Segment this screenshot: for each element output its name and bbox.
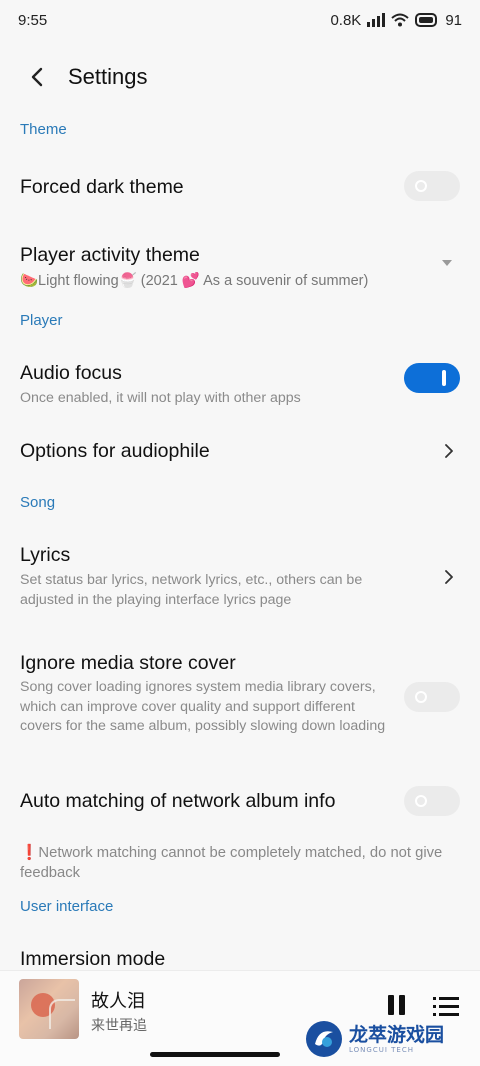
setting-value: 🍉Light flowing🍧 (2021 💕 As a souvenir of… (20, 273, 369, 289)
dropdown-caret-icon (442, 260, 452, 266)
section-user-interface: User interface (20, 898, 114, 915)
watermark-logo-icon (306, 1021, 342, 1057)
song-title: 故人泪 (91, 991, 145, 1011)
album-cover[interactable] (19, 979, 79, 1039)
setting-title: Audio focus (20, 362, 122, 384)
setting-subtitle: Once enabled, it will not play with othe… (20, 390, 301, 406)
section-player: Player (20, 312, 63, 329)
setting-subtitle: Set status bar lyrics, network lyrics, e… (20, 572, 363, 608)
forced-dark-toggle[interactable] (404, 171, 460, 201)
setting-title: Options for audiophile (20, 440, 210, 462)
back-arrow-icon (31, 67, 43, 87)
auto-match-note: ❗Network matching cannot be completely m… (20, 845, 443, 881)
pause-button[interactable] (385, 995, 407, 1017)
section-song: Song (20, 494, 56, 511)
audio-focus-toggle[interactable] (404, 363, 460, 393)
status-icons: 0.8K 91 (330, 12, 462, 29)
network-speed: 0.8K (330, 11, 362, 29)
ignore-cover-toggle[interactable] (404, 682, 460, 712)
auto-match-toggle[interactable] (404, 786, 460, 816)
setting-title: Forced dark theme (20, 176, 184, 198)
setting-audio-focus[interactable]: Audio focus Once enabled, it will not pl… (0, 350, 480, 414)
page-title: Settings (68, 64, 148, 89)
section-theme: Theme (20, 121, 67, 138)
setting-ignore-cover[interactable]: Ignore media store cover Song cover load… (0, 640, 480, 760)
setting-title: Auto matching of network album info (20, 790, 336, 812)
wifi-icon (391, 13, 409, 27)
setting-lyrics[interactable]: Lyrics Set status bar lyrics, network ly… (0, 532, 480, 616)
signal-icon (367, 13, 386, 27)
song-artist: 来世再追 (91, 1017, 147, 1033)
header: Settings (0, 52, 480, 102)
back-button[interactable] (12, 52, 62, 102)
setting-subtitle: Song cover loading ignores system media … (20, 679, 386, 734)
setting-immersion[interactable]: Immersion mode (0, 936, 480, 970)
battery-level: 91 (445, 11, 462, 29)
setting-player-activity-theme[interactable]: Player activity theme 🍉Light flowing🍧 (2… (0, 232, 480, 296)
setting-title: Player activity theme (20, 244, 200, 266)
battery-icon (415, 13, 439, 27)
playlist-icon[interactable] (433, 997, 459, 1017)
home-indicator[interactable] (150, 1052, 280, 1057)
chevron-right-icon (445, 570, 453, 584)
watermark-sub: LONGCUI TECH (349, 1046, 414, 1054)
status-bar: 9:55 0.8K 91 (0, 0, 480, 40)
chevron-right-icon (445, 444, 453, 458)
watermark: 龙萃游戏园 LONGCUI TECH (305, 1016, 470, 1062)
setting-title: Lyrics (20, 544, 71, 566)
watermark-name: 龙萃游戏园 (349, 1024, 445, 1046)
status-time: 9:55 (18, 11, 48, 29)
setting-forced-dark[interactable]: Forced dark theme (0, 160, 480, 214)
setting-auto-match[interactable]: Auto matching of network album info (0, 778, 480, 824)
setting-audiophile[interactable]: Options for audiophile (0, 428, 480, 474)
setting-title: Immersion mode (20, 948, 166, 970)
setting-title: Ignore media store cover (20, 652, 236, 674)
